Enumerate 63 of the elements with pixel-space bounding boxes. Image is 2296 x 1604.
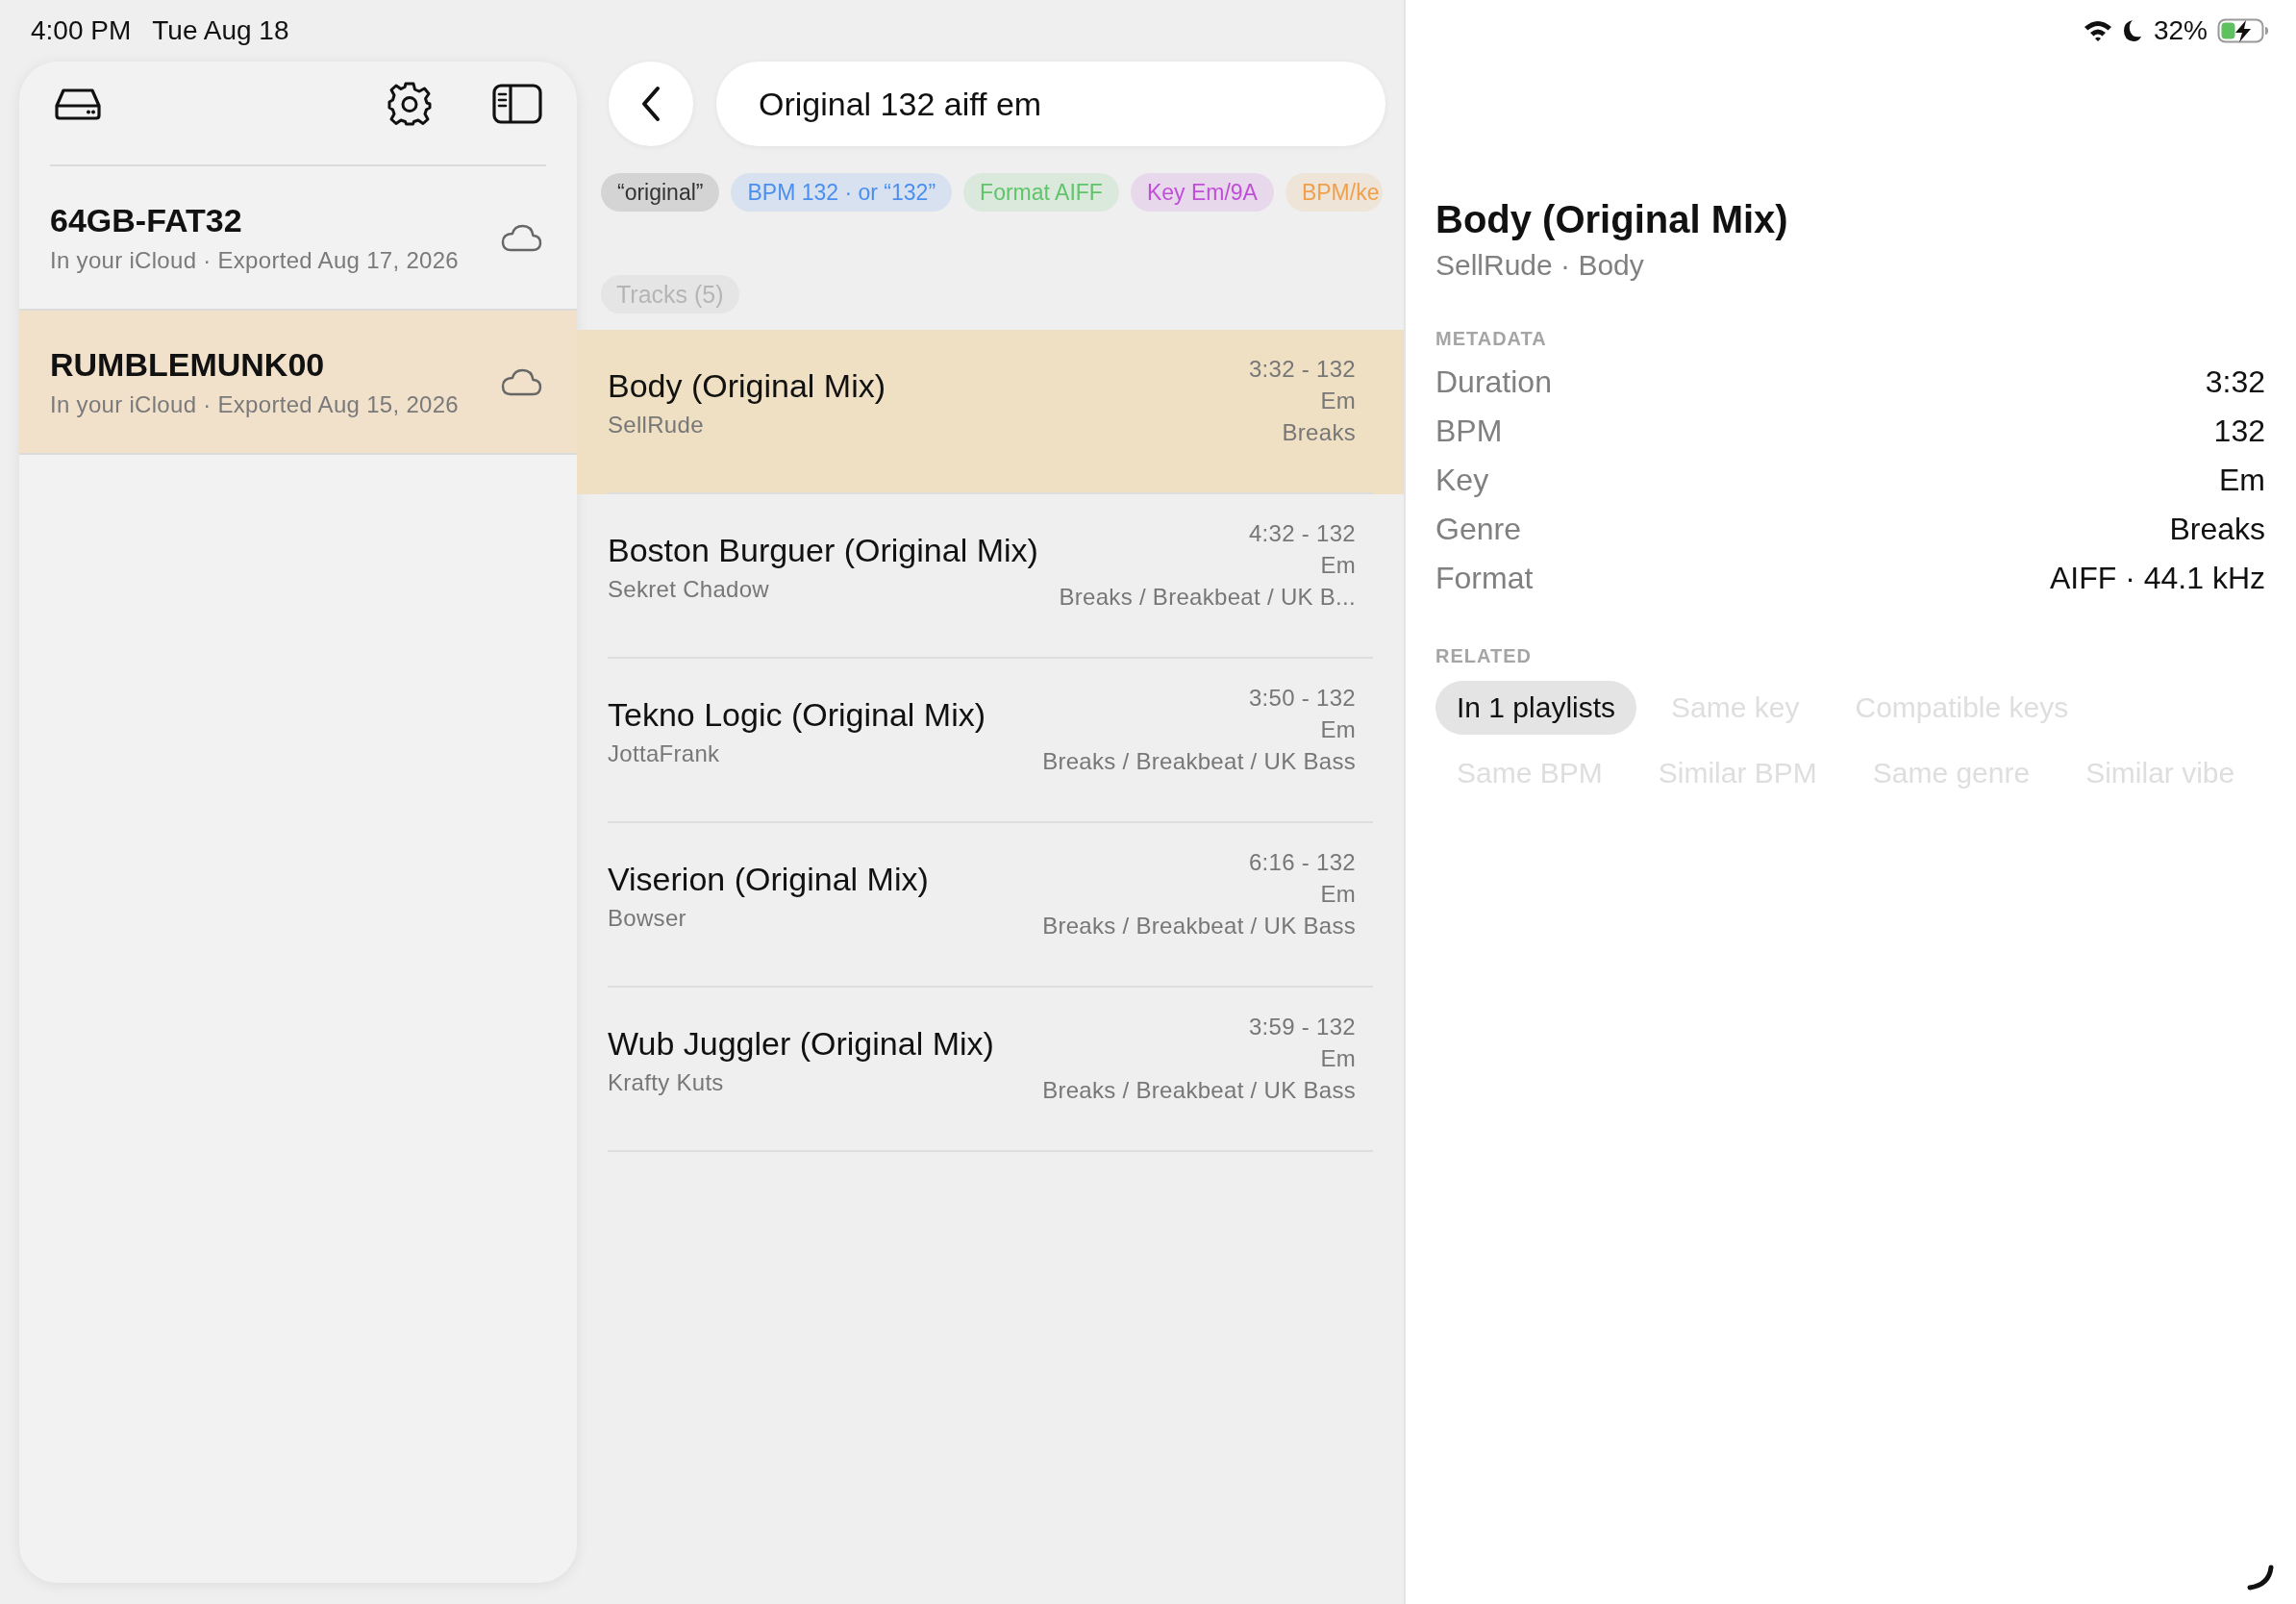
- metadata-value: Em: [2219, 463, 2265, 498]
- cloud-icon: [500, 367, 542, 396]
- track-title: Wub Juggler (Original Mix): [608, 1024, 995, 1064]
- track-row[interactable]: Boston Burguer (Original Mix) Sekret Chadow 4:32 - 132 Em Breaks / Breakbeat / UK B...: [577, 494, 1404, 659]
- track-title: Viserion (Original Mix): [608, 860, 930, 899]
- track-artist: Sekret Chadow: [608, 576, 770, 603]
- track-artist: SellRude: [608, 412, 705, 439]
- track-key: Em: [1042, 878, 1356, 910]
- settings-icon[interactable]: [387, 81, 433, 127]
- track-row[interactable]: Wub Juggler (Original Mix) Krafty Kuts 3:59 - 132 Em Breaks / Breakbeat / UK Bass: [577, 988, 1404, 1152]
- track-genre: Breaks / Breakbeat / UK Bass: [1042, 912, 1356, 940]
- track-artist: Bowser: [608, 905, 687, 932]
- metadata-label: Key: [1435, 463, 1489, 498]
- track-title: Body (Original Mix): [608, 366, 887, 406]
- track-title: Body (Original Mix): [1435, 198, 1789, 241]
- status-date: Tue Aug 18: [152, 15, 289, 46]
- track-row[interactable]: Body (Original Mix) SellRude 3:32 - 132 Em Breaks: [577, 330, 1404, 494]
- drive-icon[interactable]: [54, 87, 102, 121]
- track-genre: Breaks / Breakbeat / UK Bass: [1042, 747, 1356, 776]
- track-row[interactable]: Viserion (Original Mix) Bowser 6:16 - 132 Em Breaks / Breakbeat / UK Bass: [577, 823, 1404, 988]
- track-duration-bpm: 4:32 - 132: [1247, 519, 1356, 548]
- metadata-label: Genre: [1435, 512, 1521, 547]
- track-title: Tekno Logic (Original Mix): [608, 695, 987, 735]
- metadata-value: 132: [2213, 414, 2265, 449]
- metadata-label: Format: [1435, 561, 1534, 596]
- track-duration-bpm: 3:59 - 132: [1247, 1013, 1356, 1041]
- library-title: 64GB-FAT32: [50, 201, 243, 239]
- metadata-value: 3:32: [2205, 364, 2265, 400]
- track-key: Em: [1042, 714, 1356, 745]
- metadata-value: Breaks: [2169, 512, 2265, 547]
- status-time: 4:00 PM: [31, 15, 132, 46]
- library-item[interactable]: RUMBLEMUNK00 In your iCloud · Exported Aug 15, 2026: [19, 311, 577, 455]
- track-row[interactable]: Tekno Logic (Original Mix) JottaFrank 3:50 - 132 Em Breaks / Breakbeat / UK Bass: [577, 659, 1404, 823]
- track-artist: Krafty Kuts: [608, 1069, 725, 1096]
- track-artist: JottaFrank: [608, 740, 721, 767]
- library-subtitle: In your iCloud · Exported Aug 15, 2026: [50, 390, 460, 418]
- library-title: RUMBLEMUNK00: [50, 345, 326, 384]
- track-duration-bpm: 3:50 - 132: [1247, 684, 1356, 713]
- filter-chip[interactable]: “original”: [601, 173, 720, 212]
- library-subtitle: In your iCloud · Exported Aug 17, 2026: [50, 246, 460, 274]
- cloud-icon: [500, 223, 542, 252]
- metadata-label: Duration: [1435, 364, 1552, 400]
- track-key: Em: [1059, 549, 1356, 581]
- battery-percent: 32%: [2153, 15, 2208, 46]
- chevron-left-icon: [640, 86, 661, 122]
- section-header: RELATED: [1435, 645, 1533, 667]
- track-genre: Breaks / Breakbeat / UK B...: [1059, 583, 1356, 612]
- track-duration-bpm: 3:32 - 132: [1248, 355, 1356, 384]
- track-title: Boston Burguer (Original Mix): [608, 531, 1039, 570]
- track-genre: Breaks: [1281, 418, 1356, 447]
- section-header: METADATA: [1435, 328, 1548, 350]
- metadata-label: BPM: [1435, 414, 1503, 449]
- track-genre: Breaks / Breakbeat / UK Bass: [1042, 1076, 1356, 1105]
- resize-handle-icon[interactable]: [2246, 1564, 2275, 1592]
- track-duration-bpm: 6:16 - 132: [1247, 848, 1356, 877]
- sidebar-toggle-icon[interactable]: [492, 84, 542, 124]
- battery-icon: [2217, 18, 2269, 43]
- track-key: Em: [1248, 385, 1356, 416]
- track-subtitle: SellRude · Body: [1435, 249, 1645, 282]
- related-chip[interactable]: In 1 playlists: [1435, 681, 1637, 735]
- search-field[interactable]: Original 132 aiff em: [716, 62, 1385, 146]
- track-key: Em: [1042, 1042, 1356, 1074]
- metadata-value: AIFF · 44.1 kHz: [2049, 561, 2265, 596]
